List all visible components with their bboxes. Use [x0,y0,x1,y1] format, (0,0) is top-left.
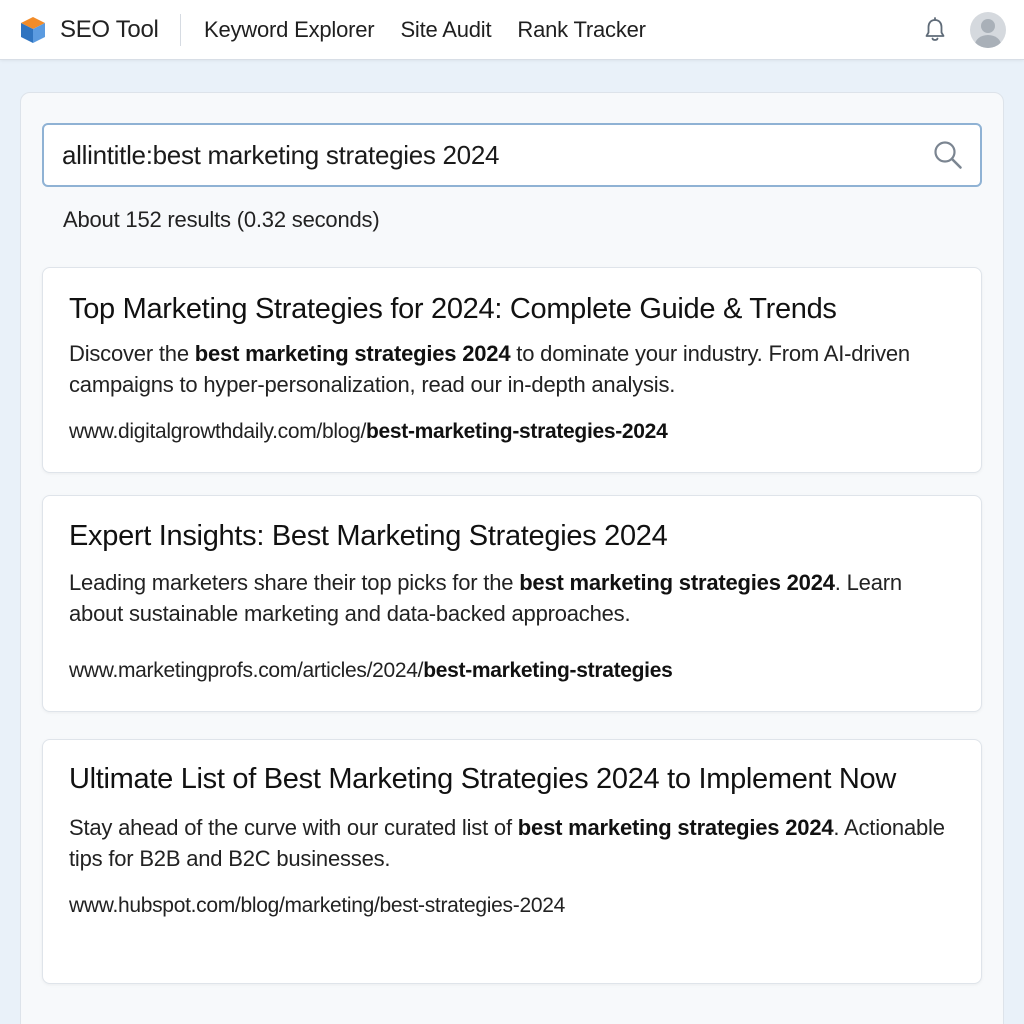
search-box [42,123,982,187]
desc-text: Leading marketers share their top picks … [69,570,520,595]
user-silhouette-icon [975,19,1001,48]
desc-text: Discover the [69,341,195,366]
url-text: www.digitalgrowthdaily.com/blog/ [69,420,366,443]
desc-keyword-highlight: best marketing strategies 2024 [519,570,835,595]
result-description: Stay ahead of the curve with our curated… [69,812,955,874]
nav-rank-tracker[interactable]: Rank Tracker [517,17,646,43]
bell-icon[interactable] [922,16,948,44]
result-card: Ultimate List of Best Marketing Strategi… [42,739,982,984]
url-keyword-highlight: best-marketing-strategies-2024 [365,420,668,443]
avatar-icon[interactable] [970,12,1006,48]
result-title[interactable]: Expert Insights: Best Marketing Strategi… [69,496,955,556]
search-input[interactable] [62,125,922,185]
result-title[interactable]: Ultimate List of Best Marketing Strategi… [69,740,955,799]
result-card: Top Marketing Strategies for 2024: Compl… [42,267,982,473]
desc-text: Stay ahead of the curve with our curated… [69,815,518,840]
result-title[interactable]: Top Marketing Strategies for 2024: Compl… [69,268,955,329]
results-count: About 152 results (0.32 seconds) [63,207,380,232]
result-description: Discover the best marketing strategies 2… [69,338,955,400]
result-url[interactable]: www.hubspot.com/blog/marketing/best-stra… [69,892,955,920]
result-description: Leading marketers share their top picks … [69,567,955,629]
nav-site-audit[interactable]: Site Audit [400,17,491,43]
desc-keyword-highlight: best marketing strategies 2024 [194,341,511,366]
main-nav: Keyword Explorer Site Audit Rank Tracker [204,14,672,46]
brand-divider [180,14,181,46]
result-card: Expert Insights: Best Marketing Strategi… [42,495,982,712]
result-url[interactable]: www.marketingprofs.com/articles/2024/bes… [69,657,955,685]
result-url[interactable]: www.digitalgrowthdaily.com/blog/best-mar… [69,418,955,446]
desc-keyword-highlight: best marketing strategies 2024 [517,815,834,840]
url-text: www.marketingprofs.com/articles/2024/ [69,659,424,682]
brand[interactable]: SEO Tool [18,14,159,46]
top-navigation-bar: SEO Tool Keyword Explorer Site Audit Ran… [0,0,1024,60]
url-text: www.hubspot.com/blog/marketing/best-stra… [69,894,565,917]
brand-name: SEO Tool [60,16,159,43]
cube-logo-icon [21,17,45,43]
url-keyword-highlight: best-marketing-strategies [423,659,673,682]
search-icon[interactable] [932,139,964,171]
nav-keyword-explorer[interactable]: Keyword Explorer [204,17,375,43]
